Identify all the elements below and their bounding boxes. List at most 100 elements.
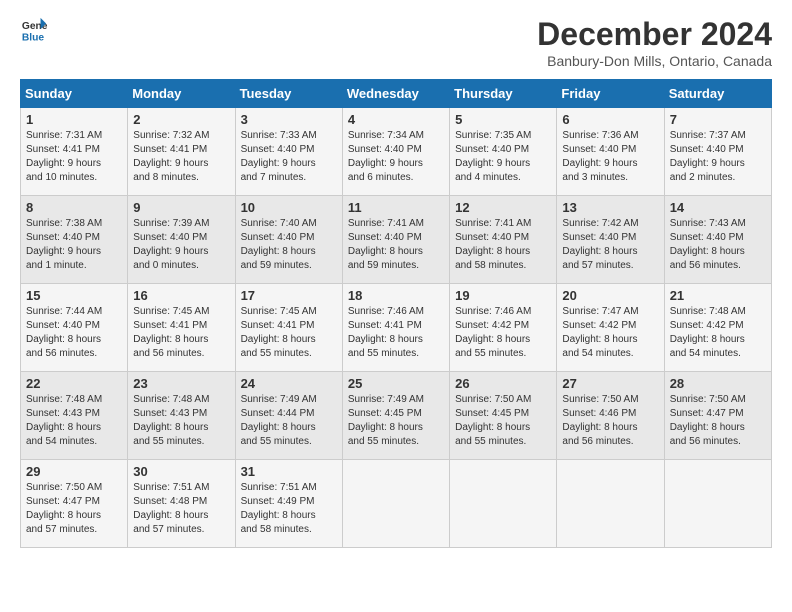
day-cell: 8 Sunrise: 7:38 AM Sunset: 4:40 PM Daylig…: [21, 196, 128, 284]
header-cell-sunday: Sunday: [21, 80, 128, 108]
day-cell: 11Sunrise: 7:41 AM Sunset: 4:40 PM Dayli…: [342, 196, 449, 284]
day-number: 23: [133, 376, 229, 391]
day-cell: 9Sunrise: 7:39 AM Sunset: 4:40 PM Daylig…: [128, 196, 235, 284]
day-number: 13: [562, 200, 658, 215]
day-cell: 21 Sunrise: 7:48 AM Sunset: 4:42 PM Dayli…: [664, 284, 771, 372]
day-info: Sunrise: 7:50 AM Sunset: 4:47 PM Dayligh…: [670, 393, 766, 449]
day-number: 18: [348, 288, 444, 303]
day-cell: 6 Sunrise: 7:36 AM Sunset: 4:40 PM Daylig…: [557, 108, 664, 196]
day-info: Sunrise: 7:50 AM Sunset: 4:47 PM Dayligh…: [26, 481, 122, 537]
day-number: 26: [455, 376, 551, 391]
day-number: 12: [455, 200, 551, 215]
day-info: Sunrise: 7:41 AM Sunset: 4:40 PM Dayligh…: [455, 217, 551, 273]
day-cell: 3 Sunrise: 7:33 AM Sunset: 4:40 PM Daylig…: [235, 108, 342, 196]
week-row-2: 8 Sunrise: 7:38 AM Sunset: 4:40 PM Daylig…: [21, 196, 772, 284]
day-number: 31: [241, 464, 337, 479]
day-info: Sunrise: 7:50 AM Sunset: 4:45 PM Dayligh…: [455, 393, 551, 449]
day-info: Sunrise: 7:37 AM Sunset: 4:40 PM Dayligh…: [670, 129, 766, 185]
day-number: 4: [348, 112, 444, 127]
title-block: December 2024 Banbury-Don Mills, Ontario…: [537, 16, 772, 69]
day-cell: 13 Sunrise: 7:42 AM Sunset: 4:40 PM Dayli…: [557, 196, 664, 284]
day-number: 17: [241, 288, 337, 303]
day-number: 28: [670, 376, 766, 391]
day-info: Sunrise: 7:48 AM Sunset: 4:42 PM Dayligh…: [670, 305, 766, 361]
day-cell: 30 Sunrise: 7:51 AM Sunset: 4:48 PM Dayli…: [128, 460, 235, 548]
day-cell: 27 Sunrise: 7:50 AM Sunset: 4:46 PM Dayli…: [557, 372, 664, 460]
day-cell: 15Sunrise: 7:44 AM Sunset: 4:40 PM Dayli…: [21, 284, 128, 372]
day-cell: 19 Sunrise: 7:46 AM Sunset: 4:42 PM Dayli…: [450, 284, 557, 372]
day-number: 16: [133, 288, 229, 303]
logo: General Blue: [20, 16, 48, 44]
day-cell: 1 Sunrise: 7:31 AM Sunset: 4:41 PM Daylig…: [21, 108, 128, 196]
day-cell: 24Sunrise: 7:49 AM Sunset: 4:44 PM Dayli…: [235, 372, 342, 460]
day-info: Sunrise: 7:32 AM Sunset: 4:41 PM Dayligh…: [133, 129, 229, 185]
day-cell: 18 Sunrise: 7:46 AM Sunset: 4:41 PM Dayli…: [342, 284, 449, 372]
day-cell: 29 Sunrise: 7:50 AM Sunset: 4:47 PM Dayli…: [21, 460, 128, 548]
day-info: Sunrise: 7:36 AM Sunset: 4:40 PM Dayligh…: [562, 129, 658, 185]
day-cell: 22Sunrise: 7:48 AM Sunset: 4:43 PM Dayli…: [21, 372, 128, 460]
day-number: 2: [133, 112, 229, 127]
day-cell: 25 Sunrise: 7:49 AM Sunset: 4:45 PM Dayli…: [342, 372, 449, 460]
day-number: 5: [455, 112, 551, 127]
day-info: Sunrise: 7:49 AM Sunset: 4:45 PM Dayligh…: [348, 393, 444, 449]
day-info: Sunrise: 7:41 AM Sunset: 4:40 PM Dayligh…: [348, 217, 444, 273]
day-cell: 10Sunrise: 7:40 AM Sunset: 4:40 PM Dayli…: [235, 196, 342, 284]
day-number: 8: [26, 200, 122, 215]
day-cell: 7 Sunrise: 7:37 AM Sunset: 4:40 PM Daylig…: [664, 108, 771, 196]
day-info: Sunrise: 7:34 AM Sunset: 4:40 PM Dayligh…: [348, 129, 444, 185]
day-cell: [342, 460, 449, 548]
day-number: 29: [26, 464, 122, 479]
day-number: 9: [133, 200, 229, 215]
day-cell: 31 Sunrise: 7:51 AM Sunset: 4:49 PM Dayli…: [235, 460, 342, 548]
day-number: 25: [348, 376, 444, 391]
day-info: Sunrise: 7:51 AM Sunset: 4:48 PM Dayligh…: [133, 481, 229, 537]
header-cell-friday: Friday: [557, 80, 664, 108]
day-number: 27: [562, 376, 658, 391]
day-info: Sunrise: 7:31 AM Sunset: 4:41 PM Dayligh…: [26, 129, 122, 185]
header-cell-wednesday: Wednesday: [342, 80, 449, 108]
day-cell: 26 Sunrise: 7:50 AM Sunset: 4:45 PM Dayli…: [450, 372, 557, 460]
day-number: 1: [26, 112, 122, 127]
day-number: 14: [670, 200, 766, 215]
day-cell: [664, 460, 771, 548]
day-info: Sunrise: 7:51 AM Sunset: 4:49 PM Dayligh…: [241, 481, 337, 537]
day-info: Sunrise: 7:44 AM Sunset: 4:40 PM Dayligh…: [26, 305, 122, 361]
header-cell-saturday: Saturday: [664, 80, 771, 108]
day-number: 7: [670, 112, 766, 127]
day-cell: 12 Sunrise: 7:41 AM Sunset: 4:40 PM Dayli…: [450, 196, 557, 284]
day-cell: 28 Sunrise: 7:50 AM Sunset: 4:47 PM Dayli…: [664, 372, 771, 460]
day-info: Sunrise: 7:38 AM Sunset: 4:40 PM Dayligh…: [26, 217, 122, 273]
day-number: 24: [241, 376, 337, 391]
header-cell-thursday: Thursday: [450, 80, 557, 108]
day-number: 20: [562, 288, 658, 303]
header-cell-tuesday: Tuesday: [235, 80, 342, 108]
header-cell-monday: Monday: [128, 80, 235, 108]
day-cell: 16 Sunrise: 7:45 AM Sunset: 4:41 PM Dayli…: [128, 284, 235, 372]
day-info: Sunrise: 7:46 AM Sunset: 4:41 PM Dayligh…: [348, 305, 444, 361]
day-info: Sunrise: 7:33 AM Sunset: 4:40 PM Dayligh…: [241, 129, 337, 185]
day-number: 3: [241, 112, 337, 127]
day-number: 6: [562, 112, 658, 127]
header-row: SundayMondayTuesdayWednesdayThursdayFrid…: [21, 80, 772, 108]
day-info: Sunrise: 7:45 AM Sunset: 4:41 PM Dayligh…: [133, 305, 229, 361]
day-cell: [450, 460, 557, 548]
week-row-1: 1 Sunrise: 7:31 AM Sunset: 4:41 PM Daylig…: [21, 108, 772, 196]
day-cell: 17 Sunrise: 7:45 AM Sunset: 4:41 PM Dayli…: [235, 284, 342, 372]
day-number: 21: [670, 288, 766, 303]
day-number: 19: [455, 288, 551, 303]
week-row-3: 15Sunrise: 7:44 AM Sunset: 4:40 PM Dayli…: [21, 284, 772, 372]
calendar-table: SundayMondayTuesdayWednesdayThursdayFrid…: [20, 79, 772, 548]
calendar-subtitle: Banbury-Don Mills, Ontario, Canada: [537, 53, 772, 69]
day-info: Sunrise: 7:42 AM Sunset: 4:40 PM Dayligh…: [562, 217, 658, 273]
day-cell: [557, 460, 664, 548]
logo-icon: General Blue: [20, 16, 48, 44]
day-info: Sunrise: 7:35 AM Sunset: 4:40 PM Dayligh…: [455, 129, 551, 185]
day-number: 30: [133, 464, 229, 479]
day-info: Sunrise: 7:46 AM Sunset: 4:42 PM Dayligh…: [455, 305, 551, 361]
day-cell: 4 Sunrise: 7:34 AM Sunset: 4:40 PM Daylig…: [342, 108, 449, 196]
week-row-4: 22Sunrise: 7:48 AM Sunset: 4:43 PM Dayli…: [21, 372, 772, 460]
day-info: Sunrise: 7:50 AM Sunset: 4:46 PM Dayligh…: [562, 393, 658, 449]
day-info: Sunrise: 7:45 AM Sunset: 4:41 PM Dayligh…: [241, 305, 337, 361]
calendar-title: December 2024: [537, 16, 772, 53]
day-info: Sunrise: 7:48 AM Sunset: 4:43 PM Dayligh…: [26, 393, 122, 449]
